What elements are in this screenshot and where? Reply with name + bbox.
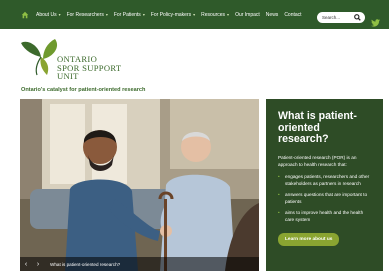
panel-intro: Patient-oriented research (POR) is an ap… bbox=[278, 154, 357, 167]
home-icon[interactable] bbox=[19, 9, 31, 21]
nav-item-for-patients[interactable]: For Patients ▾ bbox=[111, 12, 148, 18]
logo-wordmark[interactable]: ONTARIO SPOR SUPPORT UNIT bbox=[57, 55, 121, 81]
panel-bullet: • engages patients, researchers and other… bbox=[278, 173, 372, 187]
panel-bullet-list: • engages patients, researchers and other… bbox=[278, 173, 372, 223]
prev-slide-button[interactable]: ‹ bbox=[20, 261, 32, 268]
panel-bullet-text: engages patients, researchers and other … bbox=[285, 173, 370, 186]
panel-bullet-text: answers questions that are important to … bbox=[285, 191, 368, 204]
nav-item-about-us[interactable]: About Us ▾ bbox=[33, 12, 64, 18]
search-icon[interactable] bbox=[354, 14, 361, 21]
chevron-down-icon: ▾ bbox=[142, 12, 145, 17]
logo-line-3: UNIT bbox=[57, 71, 79, 81]
panel-bullet-text: aims to improve health and the health ca… bbox=[285, 209, 364, 222]
top-navigation: About Us ▾ For Researchers ▾ For Patients ▾ Fo… bbox=[0, 0, 389, 29]
nav-item-label: News bbox=[265, 11, 279, 18]
hero-caption[interactable]: What is patient-oriented research? bbox=[50, 262, 120, 267]
nav-item-label: For Researchers bbox=[66, 11, 104, 18]
nav-item-our-impact[interactable]: Our Impact bbox=[232, 12, 263, 18]
nav-item-for-researchers[interactable]: For Researchers ▾ bbox=[64, 12, 111, 18]
panel-bullet: • aims to improve health and the health c… bbox=[278, 209, 372, 223]
nav-item-label: For Policy-makers bbox=[150, 11, 192, 18]
por-info-panel: What is patient-oriented research? Patie… bbox=[266, 99, 383, 271]
panel-bullet: • answers questions that are important to… bbox=[278, 191, 372, 205]
hero-caption-bar: ‹ › What is patient-oriented research? bbox=[20, 257, 259, 271]
nav-item-label: Resources bbox=[201, 11, 226, 18]
nav-item-label: For Patients bbox=[113, 11, 141, 18]
search-input[interactable]: Search... bbox=[317, 12, 365, 23]
bullet-icon: • bbox=[278, 209, 280, 215]
search-placeholder: Search... bbox=[322, 15, 341, 20]
bullet-icon: • bbox=[278, 173, 280, 179]
tagline: Ontario's catalyst for patient-oriented … bbox=[21, 87, 146, 93]
nav-item-label: About Us bbox=[36, 11, 57, 18]
chevron-down-icon: ▾ bbox=[227, 12, 230, 17]
panel-title: What is patient-oriented research? bbox=[278, 110, 357, 145]
twitter-icon[interactable] bbox=[371, 14, 380, 27]
chevron-down-icon: ▾ bbox=[58, 12, 61, 17]
bullet-icon: • bbox=[278, 191, 280, 197]
learn-more-button[interactable]: Learn more about us bbox=[278, 232, 340, 246]
hero-photo bbox=[20, 99, 259, 271]
chevron-down-icon: ▾ bbox=[105, 12, 108, 17]
hero-slideshow[interactable]: ‹ › What is patient-oriented research? bbox=[20, 99, 259, 271]
main-menu: About Us ▾ For Researchers ▾ For Patients ▾ Fo… bbox=[33, 12, 305, 18]
chevron-down-icon: ▾ bbox=[193, 12, 196, 17]
nav-item-news[interactable]: News bbox=[263, 12, 282, 18]
nav-item-label: Contact bbox=[284, 11, 302, 18]
nav-item-label: Our Impact bbox=[235, 11, 260, 18]
next-slide-button[interactable]: › bbox=[32, 261, 44, 268]
nav-item-for-policy-makers[interactable]: For Policy-makers ▾ bbox=[148, 12, 198, 18]
nav-item-resources[interactable]: Resources ▾ bbox=[198, 12, 232, 18]
nav-item-contact[interactable]: Contact bbox=[281, 12, 304, 18]
